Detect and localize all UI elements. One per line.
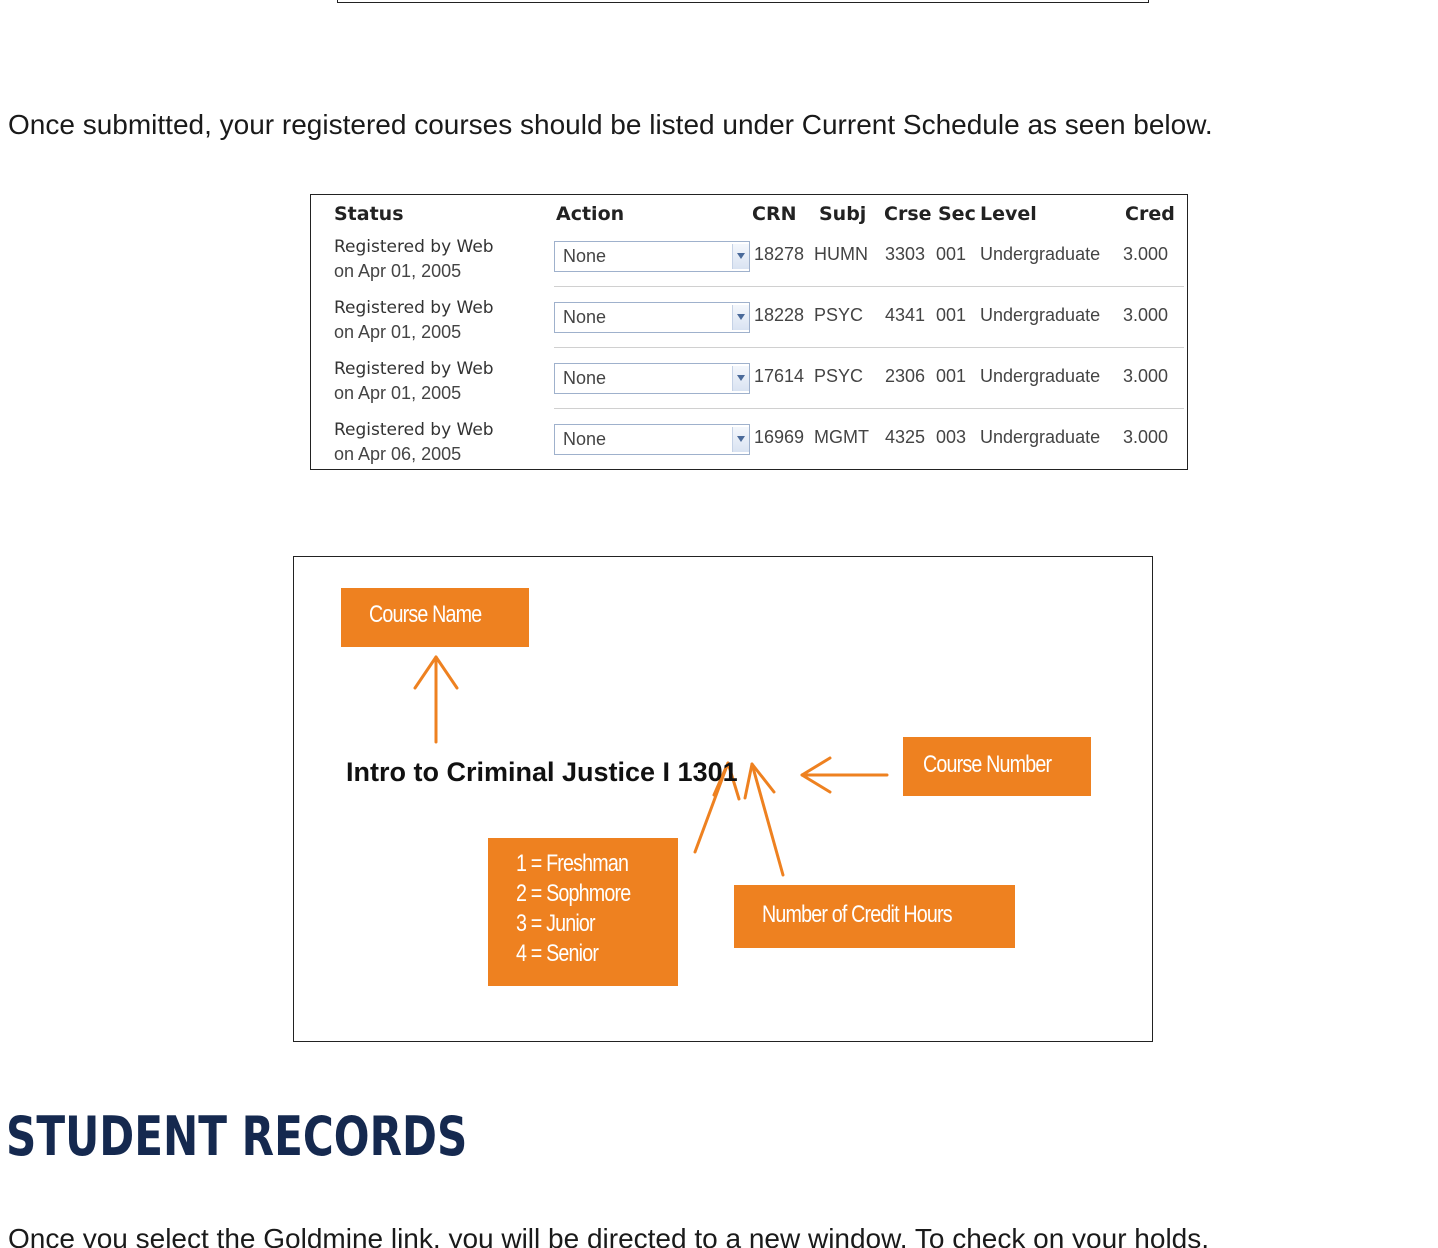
course-name-callout: Course Name [341,588,529,647]
chevron-down-icon[interactable] [732,244,749,269]
level-cell: Undergraduate [980,244,1101,264]
intro-paragraph: Once submitted, your registered courses … [8,109,1213,140]
action-select-value: None [563,246,607,266]
status-cell: Registered by Web on Apr 06, 2005 [334,418,494,466]
course-number-label: Course Number [923,751,1052,778]
status-cell: Registered by Web on Apr 01, 2005 [334,357,494,405]
action-select[interactable]: None [554,302,750,333]
subj-cell: PSYC [814,305,864,325]
table-row: Registered by Web on Apr 06, 2005 None 1… [311,418,1187,469]
status-date: on Apr 01, 2005 [334,261,462,281]
subj-cell: MGMT [814,427,869,447]
table-row: Registered by Web on Apr 01, 2005 None 1… [311,357,1187,419]
cred-cell: 3.000 [1123,427,1169,447]
action-select-value: None [563,368,607,388]
section-heading: STUDENT RECORDS [6,1105,468,1168]
status-text: Registered by Web [334,237,494,257]
status-cell: Registered by Web on Apr 01, 2005 [334,235,494,283]
header-action: Action [556,203,625,225]
status-date: on Apr 06, 2005 [334,444,462,464]
header-level: Level [980,203,1037,225]
crse-cell: 4325 [885,427,926,447]
action-select[interactable]: None [554,363,750,394]
level-junior: 3 = Junior [516,910,596,937]
arrow-up-left-icon [743,762,785,877]
credit-hours-label: Number of Credit Hours [762,901,953,928]
body-paragraph: Once you select the Goldmine link, you w… [8,1223,1210,1248]
crse-cell: 4341 [885,305,926,325]
arrow-left-icon [800,756,889,794]
crn-cell: 18228 [754,305,805,325]
sec-cell: 001 [936,366,967,386]
course-number-callout: Course Number [903,737,1091,796]
action-select[interactable]: None [554,424,750,455]
status-text: Registered by Web [334,420,494,440]
sec-cell: 001 [936,305,967,325]
level-cell: Undergraduate [980,366,1101,386]
arrow-up-icon [413,655,459,744]
level-freshman: 1 = Freshman [516,850,629,877]
sec-cell: 003 [936,427,967,447]
action-select-value: None [563,307,607,327]
row-divider [554,286,1184,287]
sec-cell: 001 [936,244,967,264]
crn-cell: 18278 [754,244,805,264]
status-date: on Apr 01, 2005 [334,322,462,342]
header-crse: Crse [884,203,932,225]
level-cell: Undergraduate [980,427,1101,447]
row-divider [554,408,1184,409]
cred-cell: 3.000 [1123,366,1169,386]
cred-cell: 3.000 [1123,244,1169,264]
header-sec: Sec [938,203,976,225]
cred-cell: 3.000 [1123,305,1169,325]
class-level-callout: 1 = Freshman 2 = Sophmore 3 = Junior 4 =… [488,838,678,986]
status-text: Registered by Web [334,359,494,379]
table-row: Registered by Web on Apr 01, 2005 None 1… [311,296,1187,358]
previous-figure-frame [337,0,1149,3]
chevron-down-icon[interactable] [732,305,749,330]
row-divider [554,347,1184,348]
current-schedule-table: Status Action CRN Subj Crse Sec Level Cr… [310,194,1188,470]
level-cell: Undergraduate [980,305,1101,325]
example-course-title: Intro to Criminal Justice I 1301 [346,757,738,787]
table-row: Registered by Web on Apr 01, 2005 None 1… [311,235,1187,297]
header-subj: Subj [819,203,867,225]
status-text: Registered by Web [334,298,494,318]
crn-cell: 16969 [754,427,805,447]
header-crn: CRN [752,203,797,225]
crse-cell: 2306 [885,366,926,386]
level-sophomore: 2 = Sophmore [516,880,631,907]
crn-cell: 17614 [754,366,805,386]
subj-cell: PSYC [814,366,864,386]
crse-cell: 3303 [885,244,926,264]
chevron-down-icon[interactable] [732,427,749,452]
subj-cell: HUMN [814,244,868,264]
header-cred: Cred [1125,203,1175,225]
action-select[interactable]: None [554,241,750,272]
header-status: Status [334,203,404,225]
status-cell: Registered by Web on Apr 01, 2005 [334,296,494,344]
action-select-value: None [563,429,607,449]
course-name-label: Course Name [369,601,482,628]
status-date: on Apr 01, 2005 [334,383,462,403]
course-number-diagram: Course Name Intro to Criminal Justice I … [293,556,1153,1042]
level-senior: 4 = Senior [516,940,599,967]
chevron-down-icon[interactable] [732,366,749,391]
credit-hours-callout: Number of Credit Hours [734,885,1015,948]
